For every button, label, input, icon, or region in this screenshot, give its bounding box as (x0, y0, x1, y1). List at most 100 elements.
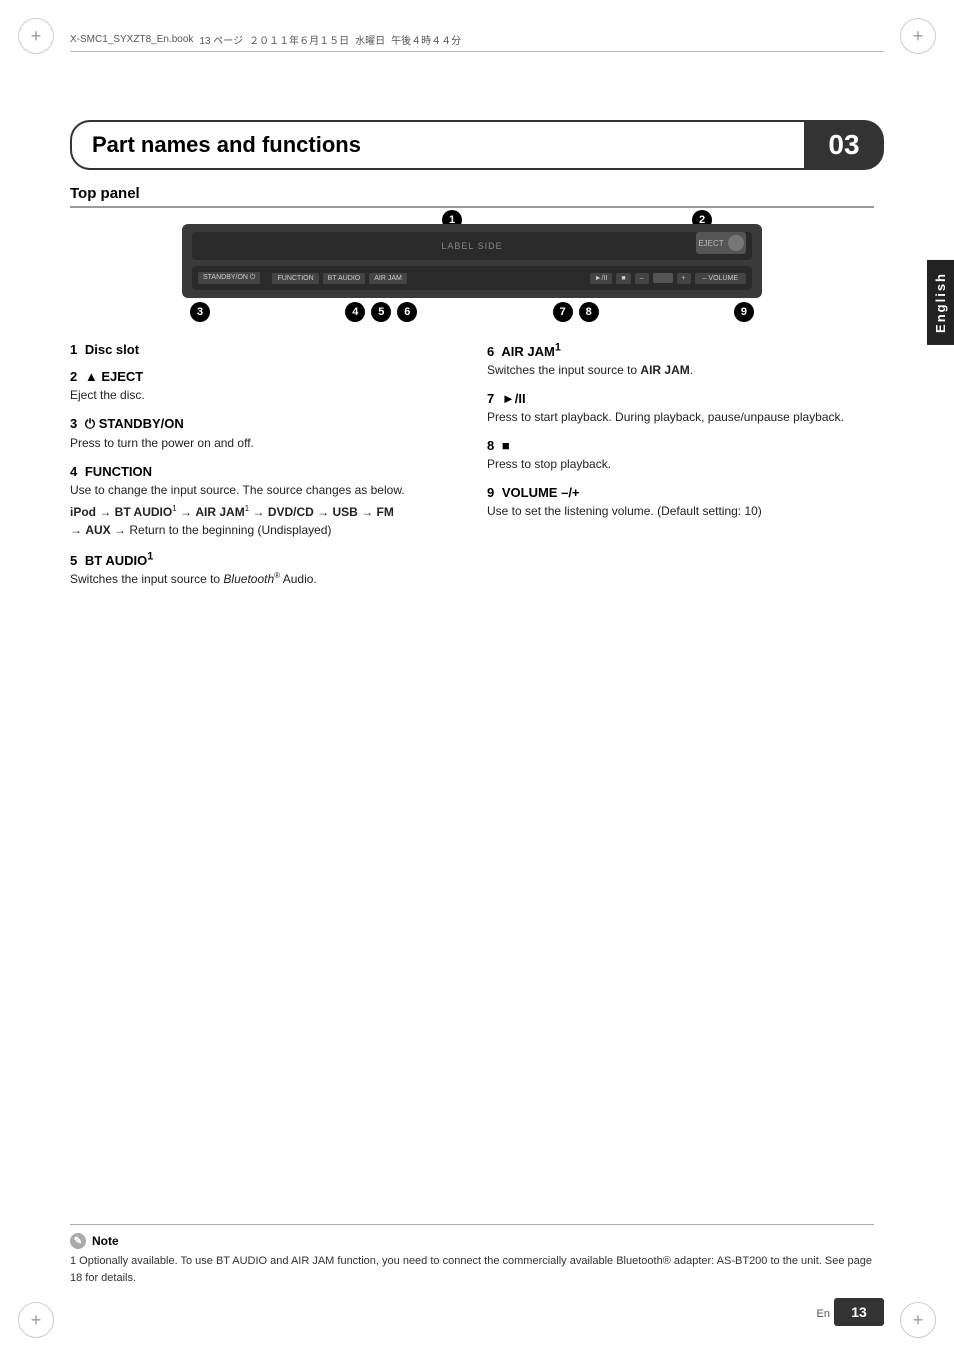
callout-5: 5 (371, 302, 391, 322)
item-9-num: 9 (487, 485, 494, 500)
bt-audio-btn: BT AUDIO (323, 273, 366, 284)
item-2-title: ▲ EJECT (85, 369, 143, 384)
callout-6: 6 (397, 302, 417, 322)
item-8-desc: Press to stop playback. (487, 455, 874, 473)
col-left: 1 Disc slot 2 ▲ EJECT Eject the disc. 3 … (70, 342, 457, 600)
standby-btn: STANDBY/ON ⏻ (198, 272, 260, 284)
item-6-desc: Switches the input source to AIR JAM. (487, 361, 874, 379)
english-tab: English (927, 260, 954, 345)
item-3-desc: Press to turn the power on and off. (70, 434, 457, 452)
item-4-header: 4 FUNCTION (70, 464, 457, 479)
slot-label: LABEL SIDE (441, 241, 502, 251)
item-1-num: 1 (70, 342, 77, 357)
item-8-num: 8 (487, 438, 494, 453)
corner-mark-tr (900, 18, 936, 54)
note-section: ✎ Note 1 Optionally available. To use BT… (70, 1224, 874, 1286)
item-2-desc: Eject the disc. (70, 386, 457, 404)
device-image-container: 1 2 EJECT LABEL SIDE STA (70, 224, 874, 322)
item-7-desc: Press to start playback. During playback… (487, 408, 874, 426)
page: X-SMC1_SYXZT8_En.book 13 ページ ２０１１年６月１５日 … (0, 0, 954, 1356)
play-pause-btn: ►/II (590, 273, 613, 284)
item-1-header: 1 Disc slot (70, 342, 457, 357)
item-5-num: 5 (70, 553, 77, 568)
item-3-num: 3 (70, 416, 77, 431)
device-img-wrapper: 1 2 EJECT LABEL SIDE STA (182, 224, 762, 322)
item-4-sequence: iPod → BT AUDIO1 → AIR JAM1 → DVD/CD → U… (70, 503, 457, 539)
item-5-title: BT AUDIO1 (85, 553, 153, 568)
page-number-box: 13 (834, 1298, 884, 1326)
item-6-title: AIR JAM1 (501, 344, 560, 359)
item-4-desc: Use to change the input source. The sour… (70, 481, 457, 499)
callout-9: 9 (734, 302, 754, 322)
bottom-callouts-row: 3 4 5 6 7 8 9 (182, 298, 762, 322)
item-9-title: VOLUME –/+ (502, 485, 580, 500)
item-9-desc: Use to set the listening volume. (Defaul… (487, 502, 874, 520)
filename: X-SMC1_SYXZT8_En.book (70, 34, 193, 45)
section-header: Top panel (70, 185, 874, 208)
item-2-num: 2 (70, 369, 77, 384)
note-icon: ✎ (70, 1233, 86, 1249)
function-btn: FUNCTION (272, 273, 318, 284)
note-text: 1 Optionally available. To use BT AUDIO … (70, 1253, 874, 1286)
callout-4: 4 (345, 302, 365, 322)
item-1-block: 1 Disc slot (70, 342, 457, 357)
item-3-title: ⏻ STANDBY/ON (85, 416, 184, 431)
item-6-num: 6 (487, 344, 494, 359)
vol-minus-btn: – (635, 273, 649, 284)
callout-8: 8 (579, 302, 599, 322)
callout-7: 7 (553, 302, 573, 322)
item-9-block: 9 VOLUME –/+ Use to set the listening vo… (487, 485, 874, 520)
item-7-title: ►/II (502, 391, 526, 406)
page-ref: 13 ページ (199, 32, 243, 47)
main-content: Top panel 1 2 EJECT LABEL SIDE (70, 185, 874, 600)
chapter-title: Part names and functions (92, 132, 361, 158)
item-6-block: 6 AIR JAM1 Switches the input source to … (487, 342, 874, 379)
date: ２０１１年６月１５日 (249, 32, 349, 47)
item-5-block: 5 BT AUDIO1 Switches the input source to… (70, 551, 457, 588)
air-jam-btn: AIR JAM (369, 273, 407, 284)
corner-mark-br (900, 1302, 936, 1338)
time: 午後４時４４分 (391, 32, 461, 47)
item-3-header: 3 ⏻ STANDBY/ON (70, 416, 457, 432)
corner-mark-bl (18, 1302, 54, 1338)
device-panel: EJECT LABEL SIDE STANDBY/ON ⏻ FUNCTION B… (182, 224, 762, 298)
chapter-number: 03 (828, 129, 859, 161)
item-2-block: 2 ▲ EJECT Eject the disc. (70, 369, 457, 404)
volume-label: – VOLUME (695, 273, 746, 284)
callout-3: 3 (190, 302, 210, 322)
item-5-header: 5 BT AUDIO1 (70, 551, 457, 568)
item-8-header: 8 ■ (487, 438, 874, 453)
item-1-title: Disc slot (85, 342, 139, 357)
chapter-number-box: 03 (804, 120, 884, 170)
item-9-header: 9 VOLUME –/+ (487, 485, 874, 500)
content-columns: 1 Disc slot 2 ▲ EJECT Eject the disc. 3 … (70, 342, 874, 600)
item-4-block: 4 FUNCTION Use to change the input sourc… (70, 464, 457, 539)
note-label: Note (92, 1234, 119, 1248)
day: 水曜日 (355, 32, 385, 47)
chapter-header: Part names and functions 03 (70, 120, 884, 170)
volume-slider (653, 273, 673, 283)
item-6-header: 6 AIR JAM1 (487, 342, 874, 359)
eject-label: EJECT (698, 239, 723, 248)
callouts-789: 7 8 (553, 302, 599, 322)
item-7-num: 7 (487, 391, 494, 406)
col-right: 6 AIR JAM1 Switches the input source to … (487, 342, 874, 600)
item-7-header: 7 ►/II (487, 391, 874, 406)
eject-circle (728, 235, 744, 251)
item-5-desc: Switches the input source to Bluetooth® … (70, 570, 457, 588)
item-2-header: 2 ▲ EJECT (70, 369, 457, 384)
stop-btn: ■ (616, 273, 630, 284)
item-4-title: FUNCTION (85, 464, 152, 479)
callouts-456: 4 5 6 (345, 302, 417, 322)
item-8-title: ■ (502, 438, 510, 453)
chapter-title-box: Part names and functions (70, 120, 804, 170)
item-7-block: 7 ►/II Press to start playback. During p… (487, 391, 874, 426)
vol-plus-btn: + (677, 273, 691, 284)
device-eject-btn: EJECT (696, 232, 746, 254)
file-info-bar: X-SMC1_SYXZT8_En.book 13 ページ ２０１１年６月１５日 … (70, 32, 884, 52)
item-3-block: 3 ⏻ STANDBY/ON Press to turn the power o… (70, 416, 457, 452)
device-controls: STANDBY/ON ⏻ FUNCTION BT AUDIO AIR JAM ►… (192, 266, 752, 290)
item-4-num: 4 (70, 464, 77, 479)
page-en-label: En (817, 1308, 830, 1320)
note-header: ✎ Note (70, 1233, 874, 1249)
